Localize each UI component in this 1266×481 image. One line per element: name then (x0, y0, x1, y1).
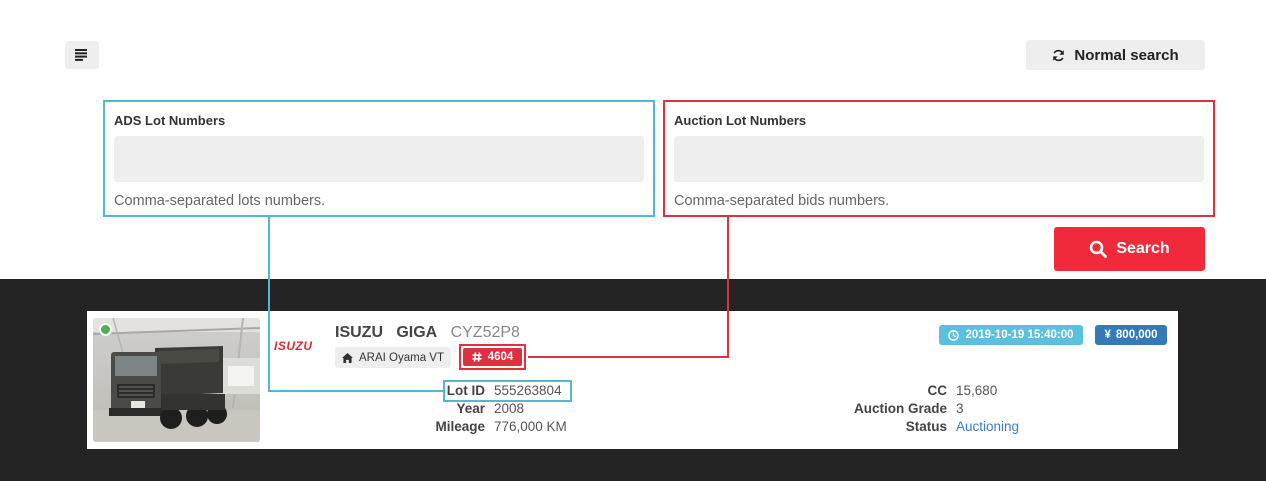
auction-connector-line (528, 217, 729, 358)
ads-connector-line (268, 217, 445, 392)
annotation-connectors (268, 217, 729, 392)
page: Normal search ADS Lot Numbers Comma-sepa… (0, 0, 1266, 481)
